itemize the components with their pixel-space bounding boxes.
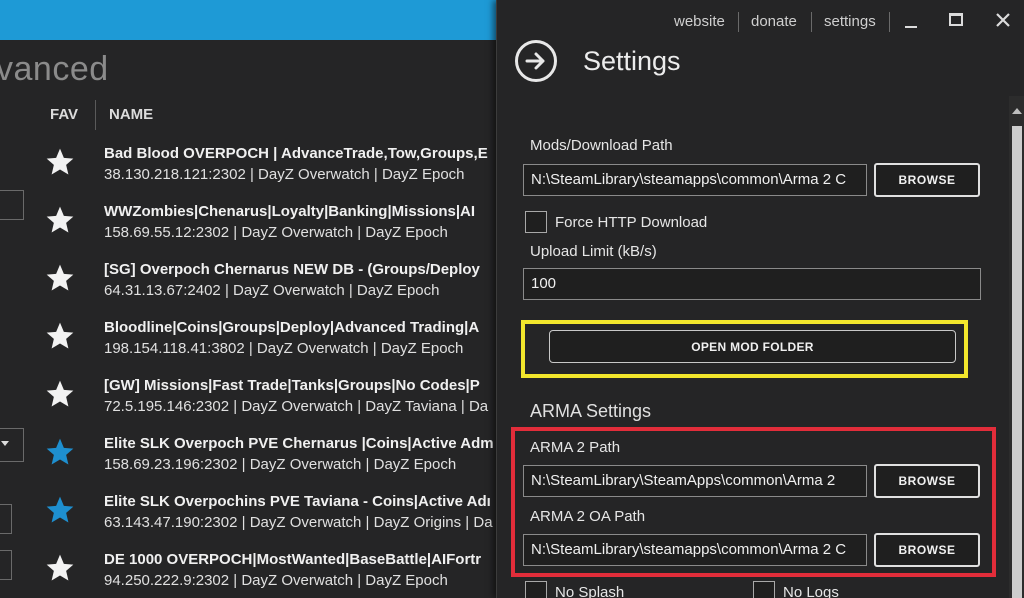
no-splash-label: No Splash (555, 584, 625, 598)
star-icon[interactable] (44, 262, 76, 294)
no-logs-checkbox[interactable] (753, 581, 775, 598)
server-row[interactable]: Elite SLK Overpochins PVE Taviana - Coin… (0, 488, 498, 546)
maximize-icon[interactable] (949, 13, 963, 26)
server-info: 63.143.47.190:2302 | DayZ Overwatch | Da… (104, 514, 493, 531)
mods-path-label: Mods/Download Path (530, 137, 673, 154)
scrollbar-thumb[interactable] (1012, 126, 1022, 598)
column-divider (95, 100, 96, 130)
back-button[interactable] (515, 40, 557, 82)
arma2oa-path-label: ARMA 2 OA Path (530, 508, 646, 525)
server-info: 94.250.222.9:2302 | DayZ Overwatch | Day… (104, 572, 448, 589)
star-icon[interactable] (44, 552, 76, 584)
scroll-up-icon[interactable] (1012, 108, 1022, 114)
server-row[interactable]: Elite SLK Overpoch PVE Chernarus |Coins|… (0, 430, 498, 488)
column-header-name[interactable]: NAME (109, 106, 153, 123)
arma2-path-browse-button[interactable]: BROWSE (874, 464, 980, 498)
upload-limit-label: Upload Limit (kB/s) (530, 243, 657, 260)
column-headers: FAV NAME (0, 98, 500, 134)
server-name: [SG] Overpoch Chernarus NEW DB - (Groups… (104, 261, 480, 278)
minimize-icon[interactable] (904, 16, 920, 30)
server-name: DE 1000 OVERPOCH|MostWanted|BaseBattle|A… (104, 551, 482, 568)
page-heading: vanced (0, 50, 109, 88)
server-row[interactable]: [SG] Overpoch Chernarus NEW DB - (Groups… (0, 256, 498, 314)
settings-flyout: website donate settings Settings Mods/Do… (496, 0, 1024, 598)
server-info: 158.69.23.196:2302 | DayZ Overwatch | Da… (104, 456, 457, 473)
titlebar-divider (738, 12, 739, 32)
star-icon[interactable] (44, 320, 76, 352)
titlebar-divider (811, 12, 812, 32)
column-header-fav[interactable]: FAV (50, 106, 78, 123)
server-row[interactable]: WWZombies|Chenarus|Loyalty|Banking|Missi… (0, 198, 498, 256)
star-icon[interactable] (44, 494, 76, 526)
settings-link[interactable]: settings (824, 13, 876, 30)
close-icon[interactable] (994, 11, 1012, 29)
server-row[interactable]: [GW] Missions|Fast Trade|Tanks|Groups|No… (0, 372, 498, 430)
star-icon[interactable] (44, 378, 76, 410)
server-name: Elite SLK Overpochins PVE Taviana - Coin… (104, 493, 491, 510)
server-name: Bloodline|Coins|Groups|Deploy|Advanced T… (104, 319, 480, 336)
arma2oa-path-input[interactable]: N:\SteamLibrary\steamapps\common\Arma 2 … (523, 534, 867, 566)
star-icon[interactable] (44, 204, 76, 236)
server-name: WWZombies|Chenarus|Loyalty|Banking|Missi… (104, 203, 476, 220)
donate-link[interactable]: donate (751, 13, 797, 30)
server-row[interactable]: DE 1000 OVERPOCH|MostWanted|BaseBattle|A… (0, 546, 498, 598)
arma2-path-label: ARMA 2 Path (530, 439, 621, 456)
arrow-right-icon (525, 52, 545, 70)
mods-path-input[interactable]: N:\SteamLibrary\steamapps\common\Arma 2 … (523, 164, 867, 196)
star-icon[interactable] (44, 436, 76, 468)
arma2oa-path-browse-button[interactable]: BROWSE (874, 533, 980, 567)
arma-settings-heading: ARMA Settings (530, 401, 652, 421)
server-name: Elite SLK Overpoch PVE Chernarus |Coins|… (104, 435, 494, 452)
arma2-path-input[interactable]: N:\SteamLibrary\SteamApps\common\Arma 2 (523, 465, 867, 497)
server-name: [GW] Missions|Fast Trade|Tanks|Groups|No… (104, 377, 480, 394)
titlebar-divider (889, 12, 890, 32)
upload-limit-input[interactable]: 100 (523, 268, 981, 300)
open-mod-folder-button[interactable]: OPEN MOD FOLDER (549, 330, 956, 363)
mods-path-browse-button[interactable]: BROWSE (874, 163, 980, 197)
website-link[interactable]: website (674, 13, 725, 30)
server-info: 64.31.13.67:2402 | DayZ Overwatch | DayZ… (104, 282, 440, 299)
server-row[interactable]: Bad Blood OVERPOCH | AdvanceTrade,Tow,Gr… (0, 140, 498, 198)
force-http-checkbox[interactable] (525, 211, 547, 233)
no-splash-checkbox[interactable] (525, 581, 547, 598)
server-row[interactable]: Bloodline|Coins|Groups|Deploy|Advanced T… (0, 314, 498, 372)
server-info: 158.69.55.12:2302 | DayZ Overwatch | Day… (104, 224, 448, 241)
titlebar: website donate settings (497, 0, 1024, 44)
force-http-label: Force HTTP Download (555, 214, 708, 231)
star-icon[interactable] (44, 146, 76, 178)
server-info: 38.130.218.121:2302 | DayZ Overwatch | D… (104, 166, 465, 183)
server-info: 72.5.195.146:2302 | DayZ Overwatch | Day… (104, 398, 489, 415)
no-logs-label: No Logs (783, 584, 839, 598)
scrollbar[interactable] (1009, 96, 1024, 598)
server-info: 198.154.118.41:3802 | DayZ Overwatch | D… (104, 340, 464, 357)
page-title: Settings (583, 46, 681, 76)
server-name: Bad Blood OVERPOCH | AdvanceTrade,Tow,Gr… (104, 145, 488, 162)
